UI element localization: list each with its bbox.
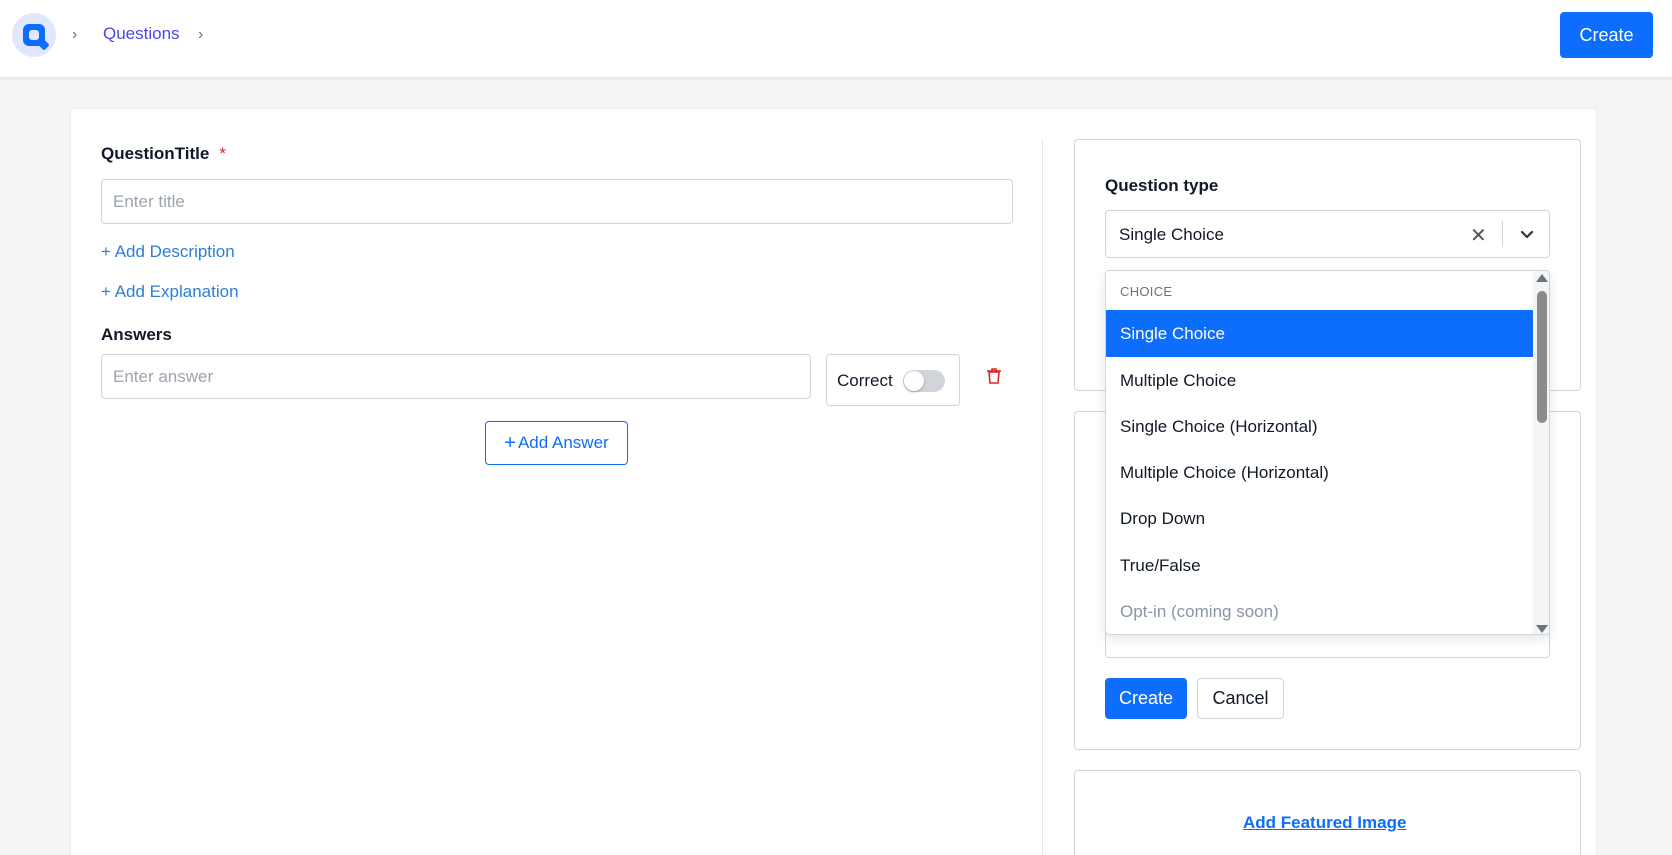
- breadcrumb-questions-link[interactable]: Questions: [103, 24, 180, 44]
- dropdown-option[interactable]: Single Choice: [1106, 310, 1533, 357]
- question-title-label-text: QuestionTitle: [101, 144, 210, 163]
- add-answer-button[interactable]: + Add Answer: [485, 421, 628, 465]
- question-type-label: Question type: [1105, 176, 1219, 195]
- question-type-dropdown: CHOICE Single Choice Multiple Choice Sin…: [1105, 270, 1550, 635]
- top-header: › Questions › Create: [0, 0, 1672, 78]
- create-button[interactable]: Create: [1105, 678, 1187, 719]
- scroll-thumb[interactable]: [1537, 291, 1547, 423]
- question-type-value: Single Choice: [1119, 225, 1224, 244]
- header-create-button[interactable]: Create: [1560, 12, 1653, 58]
- required-mark: *: [219, 144, 226, 163]
- chevron-right-icon: ›: [72, 26, 78, 43]
- dropdown-scrollbar[interactable]: [1533, 271, 1549, 634]
- dropdown-option: Opt-in (coming soon): [1120, 601, 1279, 621]
- dropdown-group-label: CHOICE: [1120, 284, 1173, 299]
- clear-icon[interactable]: ✕: [1470, 223, 1487, 248]
- correct-label: Correct: [837, 371, 893, 390]
- add-explanation-link[interactable]: + Add Explanation: [101, 282, 239, 302]
- dropdown-option[interactable]: Multiple Choice: [1106, 357, 1533, 404]
- dropdown-option[interactable]: Single Choice (Horizontal): [1106, 403, 1533, 450]
- correct-toggle[interactable]: [903, 370, 945, 392]
- select-separator: [1502, 221, 1503, 247]
- scroll-down-icon[interactable]: [1536, 625, 1548, 633]
- dropdown-option[interactable]: Drop Down: [1106, 495, 1533, 542]
- chevron-down-icon[interactable]: [1519, 226, 1535, 242]
- question-title-label: QuestionTitle *: [101, 144, 226, 164]
- chevron-right-icon: ›: [198, 26, 204, 43]
- add-answer-label: Add Answer: [517, 433, 609, 452]
- plus-icon: +: [504, 431, 516, 454]
- dropdown-option[interactable]: True/False: [1106, 542, 1533, 589]
- cancel-button[interactable]: Cancel: [1197, 678, 1284, 719]
- answers-label: Answers: [101, 325, 172, 344]
- add-featured-image-link[interactable]: Add Featured Image: [1243, 813, 1406, 833]
- answer-input[interactable]: [101, 354, 811, 399]
- trash-icon[interactable]: [984, 366, 1004, 386]
- add-description-link[interactable]: + Add Description: [101, 242, 235, 262]
- column-divider: [1042, 139, 1043, 855]
- question-title-input[interactable]: [101, 179, 1013, 224]
- dropdown-option[interactable]: Multiple Choice (Horizontal): [1106, 449, 1533, 496]
- scroll-up-icon[interactable]: [1536, 274, 1548, 282]
- correct-toggle-box: Correct: [826, 354, 960, 406]
- logo-icon[interactable]: [12, 13, 56, 57]
- toggle-knob: [904, 371, 924, 391]
- question-type-select[interactable]: Single Choice ✕: [1105, 210, 1550, 258]
